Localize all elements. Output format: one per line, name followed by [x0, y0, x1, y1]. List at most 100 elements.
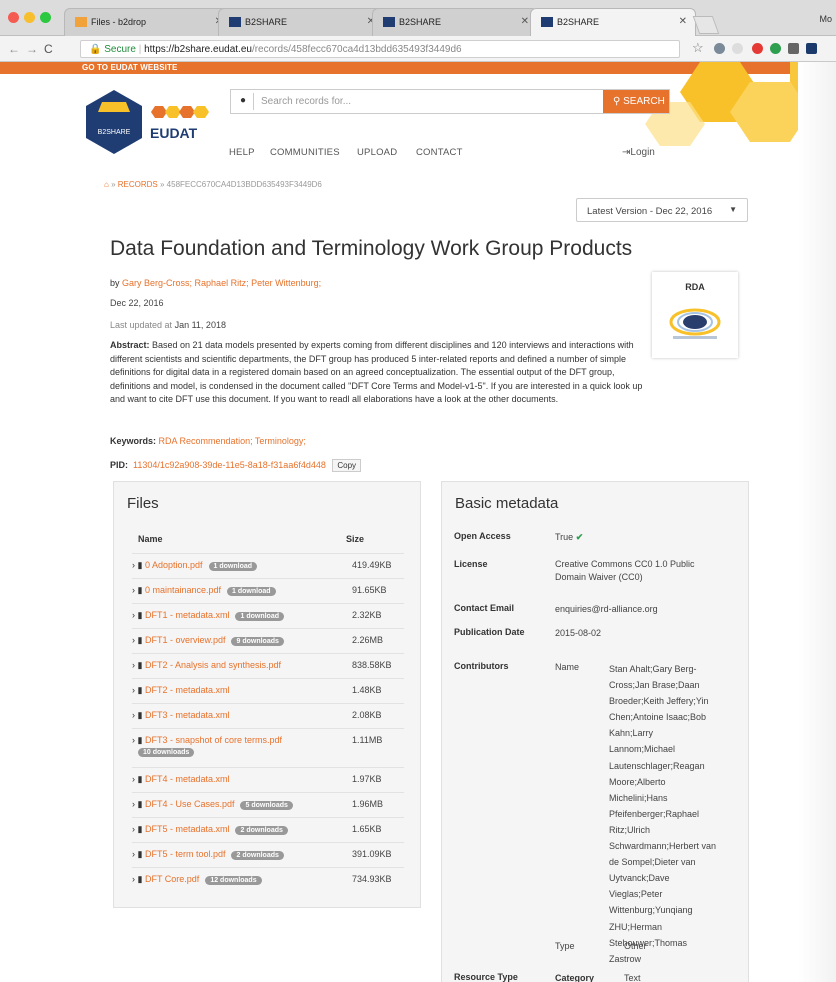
contact-email-value[interactable]: enquiries@rd-alliance.org	[555, 603, 658, 616]
file-expand-icon[interactable]: › ▮	[132, 610, 145, 620]
file-row[interactable]: › ▮ DFT5 - metadata.xml 2 downloads 1.65KB	[132, 817, 404, 842]
file-expand-icon[interactable]: › ▮	[132, 799, 145, 809]
file-expand-icon[interactable]: › ▮	[132, 560, 145, 570]
file-name[interactable]: › ▮ 0 maintainance.pdf 1 download	[132, 585, 276, 596]
file-row[interactable]: › ▮ 0 Adoption.pdf 1 download 419.49KB	[132, 553, 404, 578]
file-name-text[interactable]: DFT3 - metadata.xml	[145, 710, 230, 720]
extension-icon[interactable]	[714, 43, 725, 54]
file-name-text[interactable]: DFT5 - term tool.pdf	[145, 849, 226, 859]
file-expand-icon[interactable]: › ▮	[132, 874, 145, 884]
extension-icon[interactable]	[752, 43, 763, 54]
extension-icon[interactable]	[806, 43, 817, 54]
close-window-button[interactable]	[8, 12, 19, 23]
file-row[interactable]: › ▮ DFT4 - Use Cases.pdf 5 downloads 1.96M…	[132, 792, 404, 817]
file-row[interactable]: › ▮ DFT3 - metadata.xml 2.08KB	[132, 703, 404, 728]
file-name-text[interactable]: DFT2 - Analysis and synthesis.pdf	[145, 660, 281, 670]
file-name[interactable]: › ▮ DFT2 - Analysis and synthesis.pdf	[132, 660, 281, 671]
file-expand-icon[interactable]: › ▮	[132, 585, 145, 595]
page-side-shade	[798, 62, 836, 982]
community-card-rda[interactable]: RDA	[652, 272, 738, 358]
file-name-text[interactable]: DFT4 - Use Cases.pdf	[145, 799, 235, 809]
login-link[interactable]: ⇥Login	[622, 147, 655, 158]
file-name-text[interactable]: 0 Adoption.pdf	[145, 560, 203, 570]
file-name[interactable]: › ▮ DFT3 - metadata.xml	[132, 710, 229, 721]
file-row[interactable]: › ▮ DFT1 - overview.pdf 9 downloads 2.26MB	[132, 628, 404, 653]
file-name[interactable]: › ▮ DFT2 - metadata.xml	[132, 685, 229, 696]
profile-name[interactable]: Mo	[819, 14, 832, 24]
file-expand-icon[interactable]: › ▮	[132, 849, 145, 859]
file-expand-icon[interactable]: › ▮	[132, 774, 145, 784]
maximize-window-button[interactable]	[40, 12, 51, 23]
eudat-logo[interactable]: EUDAT	[150, 102, 210, 142]
search-button[interactable]: ⚲ SEARCH	[603, 90, 669, 113]
new-tab-button[interactable]	[692, 16, 720, 34]
file-expand-icon[interactable]: › ▮	[132, 735, 145, 745]
file-name-text[interactable]: 0 maintainance.pdf	[145, 585, 221, 595]
file-row[interactable]: › ▮ DFT2 - Analysis and synthesis.pdf 838…	[132, 653, 404, 678]
url-input[interactable]: 🔒 Secure | https://b2share.eudat.eu/reco…	[80, 40, 680, 58]
file-name[interactable]: › ▮ DFT1 - metadata.xml 1 download	[132, 610, 284, 621]
file-row[interactable]: › ▮ DFT5 - term tool.pdf 2 downloads 391.0…	[132, 842, 404, 867]
file-name[interactable]: › ▮ 0 Adoption.pdf 1 download	[132, 560, 258, 571]
file-name-text[interactable]: DFT1 - overview.pdf	[145, 635, 226, 645]
keyword-links[interactable]: RDA Recommendation; Terminology;	[159, 436, 306, 446]
forward-arrow-icon[interactable]: →	[26, 42, 38, 56]
file-name-text[interactable]: DFT4 - metadata.xml	[145, 774, 230, 784]
close-tab-icon[interactable]: ✕	[679, 16, 687, 27]
file-row[interactable]: › ▮ DFT4 - metadata.xml 1.97KB	[132, 767, 404, 792]
extension-icon[interactable]	[788, 43, 799, 54]
file-expand-icon[interactable]: › ▮	[132, 710, 145, 720]
file-name[interactable]: › ▮ DFT5 - metadata.xml 2 downloads	[132, 824, 288, 835]
bookmark-star-icon[interactable]: ☆	[692, 40, 704, 56]
file-name-text[interactable]: DFT5 - metadata.xml	[145, 824, 230, 834]
reload-icon[interactable]: C	[44, 42, 53, 56]
b2share-logo[interactable]: B2SHARE	[86, 90, 142, 154]
file-name-text[interactable]: DFT Core.pdf	[145, 874, 199, 884]
author-links[interactable]: Gary Berg-Cross; Raphael Ritz; Peter Wit…	[122, 278, 321, 288]
file-name[interactable]: › ▮ DFT3 - snapshot of core terms.pdf 10 …	[132, 735, 332, 757]
file-expand-icon[interactable]: › ▮	[132, 635, 145, 645]
file-name-text[interactable]: DFT2 - metadata.xml	[145, 685, 230, 695]
file-name-text[interactable]: DFT1 - metadata.xml	[145, 610, 230, 620]
tab-b2share-1[interactable]: B2SHARE ✕	[218, 8, 384, 36]
file-name[interactable]: › ▮ DFT4 - metadata.xml	[132, 774, 229, 785]
tab-b2share-2[interactable]: B2SHARE ✕	[372, 8, 538, 36]
tab-b2share-active[interactable]: B2SHARE ✕	[530, 8, 696, 36]
file-expand-icon[interactable]: › ▮	[132, 824, 145, 834]
home-icon[interactable]: ⌂	[104, 180, 109, 189]
minimize-window-button[interactable]	[24, 12, 35, 23]
extension-icon[interactable]	[770, 43, 781, 54]
tab-files-b2drop[interactable]: Files - b2drop ✕	[64, 8, 232, 36]
search-options-icon[interactable]: ●	[240, 95, 246, 106]
breadcrumb-record-id: 458FECC670CA4D13BDD635493F3449D6	[166, 180, 322, 189]
version-select[interactable]: Latest Version - Dec 22, 2016 ▼	[576, 198, 748, 222]
file-row[interactable]: › ▮ 0 maintainance.pdf 1 download 91.65KB	[132, 578, 404, 603]
extension-icon[interactable]	[732, 43, 743, 54]
record-pid: PID: 11304/1c92a908-39de-11e5-8a18-f31aa…	[110, 459, 362, 472]
file-row[interactable]: › ▮ DFT3 - snapshot of core terms.pdf 10 …	[132, 728, 404, 767]
pid-link[interactable]: 11304/1c92a908-39de-11e5-8a18-f31aa6f4d4…	[133, 460, 326, 470]
file-name[interactable]: › ▮ DFT4 - Use Cases.pdf 5 downloads	[132, 799, 293, 810]
file-name[interactable]: › ▮ DFT1 - overview.pdf 9 downloads	[132, 635, 284, 646]
nav-communities[interactable]: COMMUNITIES	[270, 147, 340, 158]
close-tab-icon[interactable]: ✕	[521, 16, 529, 27]
copy-pid-button[interactable]: Copy	[332, 459, 362, 472]
file-row[interactable]: › ▮ DFT1 - metadata.xml 1 download 2.32KB	[132, 603, 404, 628]
breadcrumb-records[interactable]: RECORDS	[118, 180, 158, 189]
file-row[interactable]: › ▮ DFT2 - metadata.xml 1.48KB	[132, 678, 404, 703]
file-row[interactable]: › ▮ DFT Core.pdf 12 downloads 734.93KB	[132, 867, 404, 892]
download-count-badge: 12 downloads	[205, 876, 262, 885]
back-arrow-icon[interactable]: ←	[8, 42, 20, 56]
file-name[interactable]: › ▮ DFT Core.pdf 12 downloads	[132, 874, 262, 885]
search-input[interactable]: Search records for...	[261, 96, 351, 107]
file-expand-icon[interactable]: › ▮	[132, 660, 145, 670]
caret-down-icon: ▼	[729, 205, 737, 214]
file-expand-icon[interactable]: › ▮	[132, 685, 145, 695]
nav-help[interactable]: HELP	[229, 147, 255, 158]
file-name[interactable]: › ▮ DFT5 - term tool.pdf 2 downloads	[132, 849, 284, 860]
nav-upload[interactable]: UPLOAD	[357, 147, 397, 158]
go-to-eudat-link[interactable]: GO TO EUDAT WEBSITE	[82, 63, 177, 72]
file-name-text[interactable]: DFT3 - snapshot of core terms.pdf	[145, 735, 282, 745]
publication-date-label: Publication Date	[454, 627, 525, 637]
nav-contact[interactable]: CONTACT	[416, 147, 463, 158]
